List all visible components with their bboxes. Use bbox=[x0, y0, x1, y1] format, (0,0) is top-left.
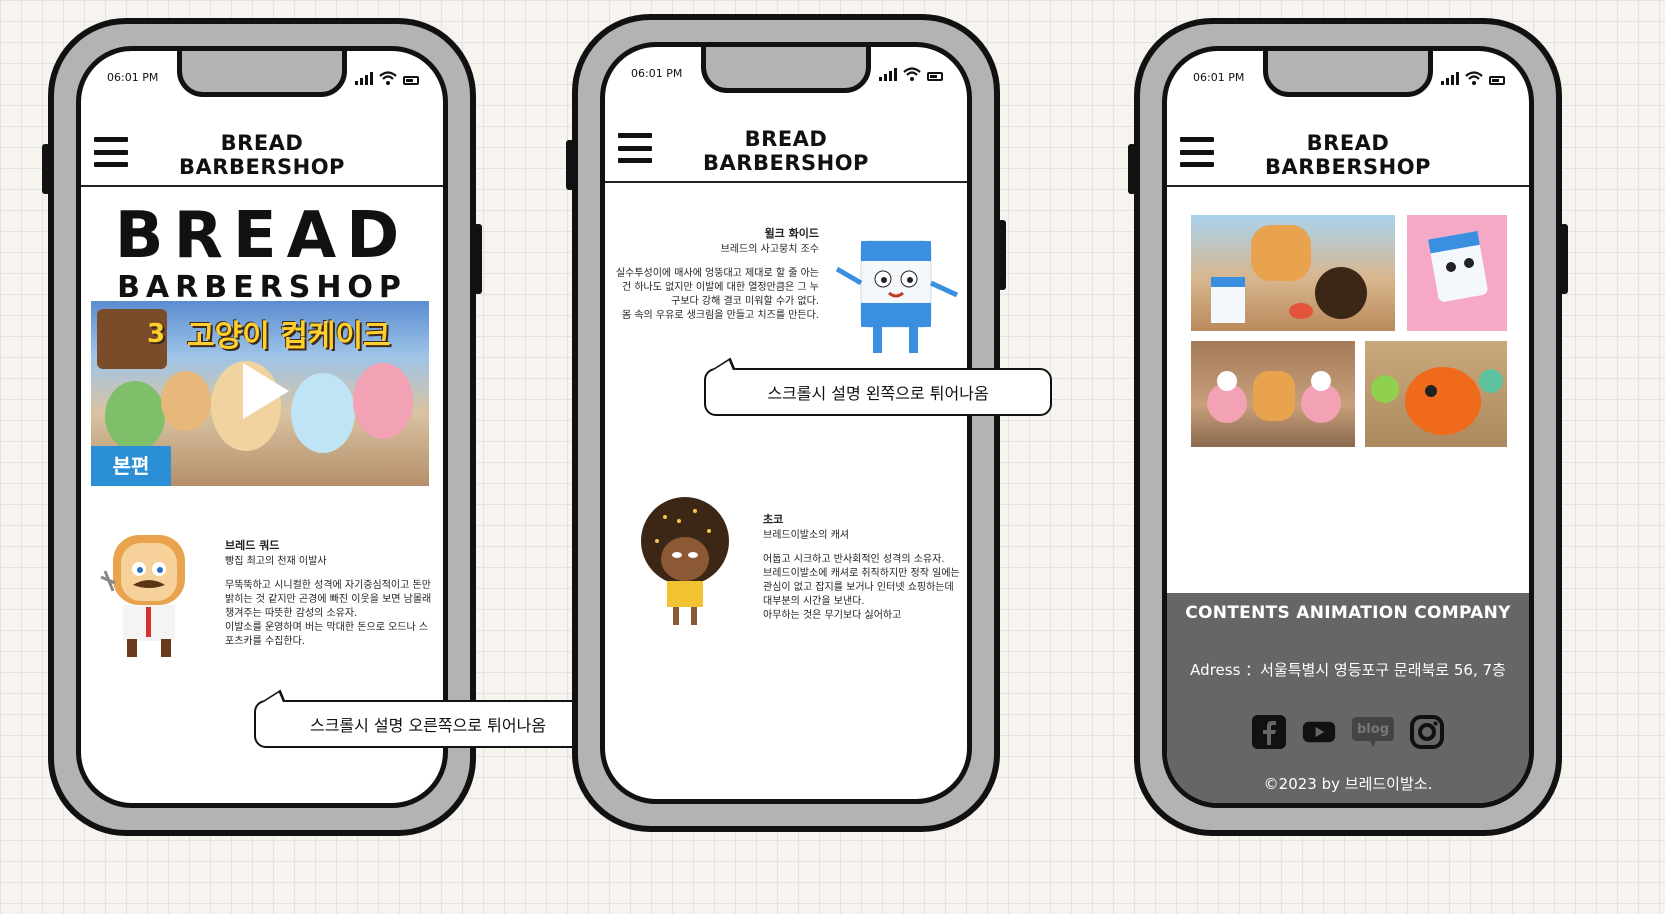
wifi-icon bbox=[1465, 71, 1483, 85]
wifi-icon bbox=[903, 67, 921, 81]
status-time: 06:01 PM bbox=[1193, 71, 1245, 84]
bread-character-illustration bbox=[100, 535, 185, 657]
logo-line1: BREAD bbox=[114, 199, 410, 273]
youtube-icon[interactable] bbox=[1302, 715, 1336, 749]
annotation-bubble-right: 스크롤시 설명 오른쪽으로 튀어나옴 bbox=[254, 689, 602, 748]
character-body: 어둡고 시크하고 반사회적인 성격의 소유자. 브레드이발소에 캐셔로 취직하지… bbox=[763, 554, 960, 621]
header-title-line1: BREAD bbox=[1306, 131, 1390, 155]
header-title[interactable]: BREAD BARBERSHOP bbox=[141, 131, 383, 179]
battery-icon bbox=[1489, 76, 1505, 85]
instagram-icon[interactable] bbox=[1410, 715, 1444, 749]
video-title: 고양이 컵케이크 bbox=[187, 319, 391, 354]
blog-icon[interactable]: blog bbox=[1352, 715, 1394, 749]
hamburger-menu-icon[interactable] bbox=[1180, 137, 1214, 167]
character-subtitle: 브레드이발소의 캐셔 bbox=[763, 530, 849, 541]
header-title[interactable]: BREAD BARBERSHOP bbox=[1227, 131, 1469, 179]
header-title-line1: BREAD bbox=[744, 127, 828, 151]
character-description: 윌크 화이드 브레드의 사고뭉치 조수 실수투성이에 매사에 엉뚱대고 제대로 … bbox=[613, 227, 819, 357]
app-header: BREAD BARBERSHOP bbox=[81, 121, 443, 187]
phone-mockup-3: 06:01 PM BREAD BARBERSHOP CONTENTS ANIMA… bbox=[1128, 18, 1568, 836]
side-button bbox=[1560, 224, 1568, 294]
play-icon[interactable] bbox=[243, 363, 289, 419]
side-button bbox=[998, 220, 1006, 290]
character-illustration bbox=[161, 371, 211, 431]
character-body: 실수투성이에 매사에 엉뚱대고 제대로 할 줄 아는 건 하나도 없지만 이발에… bbox=[615, 268, 819, 321]
annotation-text: 스크롤시 설명 왼쪽으로 튀어나옴 bbox=[767, 384, 989, 403]
side-button bbox=[1128, 144, 1136, 194]
character-description: 브레드 쿼드 빵집 최고의 천재 이발사 무뚝뚝하고 시니컬한 성격에 자기중심… bbox=[225, 539, 433, 649]
battery-icon bbox=[403, 76, 419, 85]
gallery-image[interactable] bbox=[1191, 215, 1395, 331]
phone-notch bbox=[701, 47, 871, 93]
character-name: 브레드 쿼드 bbox=[225, 539, 280, 552]
phone-mockup-2: 06:01 PM BREAD BARBERSHOP 윌크 화이드 브레드의 사고… bbox=[566, 14, 1006, 832]
gallery-image[interactable] bbox=[1365, 341, 1507, 447]
phone-screen: 06:01 PM BREAD BARBERSHOP BREAD BARBERSH… bbox=[76, 46, 448, 808]
battery-icon bbox=[927, 72, 943, 81]
annotation-bubble-left: 스크롤시 설명 왼쪽으로 튀어나옴 bbox=[704, 357, 1052, 416]
status-time: 06:01 PM bbox=[631, 67, 683, 80]
video-player[interactable]: 3 고양이 컵케이크 본편 bbox=[91, 301, 429, 486]
app-header: BREAD BARBERSHOP bbox=[605, 117, 967, 183]
site-footer: CONTENTS ANIMATION COMPANY Adress ：서울특별시… bbox=[1167, 593, 1529, 803]
wifi-icon bbox=[379, 71, 397, 85]
character-name: 윌크 화이드 bbox=[764, 227, 819, 240]
character-description: 초코 브레드이발소의 캐셔 어둡고 시크하고 반사회적인 성격의 소유자. 브레… bbox=[763, 513, 961, 663]
brand-logo: BREAD BARBERSHOP bbox=[81, 201, 443, 305]
app-header: BREAD BARBERSHOP bbox=[1167, 121, 1529, 187]
status-icons bbox=[879, 65, 943, 81]
side-button bbox=[42, 144, 50, 194]
character-subtitle: 빵집 최고의 천재 이발사 bbox=[225, 556, 327, 567]
signal-icon bbox=[879, 67, 897, 81]
gallery-image[interactable] bbox=[1191, 341, 1355, 447]
phone-notch bbox=[1263, 51, 1433, 97]
signal-icon bbox=[355, 71, 373, 85]
character-subtitle: 브레드의 사고뭉치 조수 bbox=[720, 244, 819, 255]
hamburger-menu-icon[interactable] bbox=[618, 133, 652, 163]
header-title-line1: BREAD bbox=[220, 131, 304, 155]
status-time: 06:01 PM bbox=[107, 71, 159, 84]
gallery-image[interactable] bbox=[1407, 215, 1507, 331]
blog-label: blog bbox=[1357, 721, 1389, 737]
phone-screen: 06:01 PM BREAD BARBERSHOP 윌크 화이드 브레드의 사고… bbox=[600, 42, 972, 804]
annotation-text: 스크롤시 설명 오른쪽으로 튀어나옴 bbox=[309, 716, 547, 735]
hamburger-menu-icon[interactable] bbox=[94, 137, 128, 167]
choco-character-illustration bbox=[641, 497, 729, 625]
header-title-line2: BARBERSHOP bbox=[1265, 155, 1431, 179]
character-illustration bbox=[105, 381, 165, 451]
footer-company: CONTENTS ANIMATION COMPANY bbox=[1185, 603, 1511, 623]
side-button bbox=[474, 224, 482, 294]
character-body: 무뚝뚝하고 시니컬한 성격에 자기중심적이고 돈만 밝히는 것 같지만 곤경에 … bbox=[225, 580, 432, 647]
header-title[interactable]: BREAD BARBERSHOP bbox=[665, 127, 907, 175]
phone-notch bbox=[177, 51, 347, 97]
character-name: 초코 bbox=[763, 513, 784, 526]
footer-address: Adress ：서울특별시 영등포구 문래북로 56, 7층 bbox=[1190, 661, 1506, 679]
series-badge-number: 3 bbox=[147, 319, 166, 349]
logo-line2: BARBERSHOP bbox=[117, 270, 407, 305]
social-links: blog bbox=[1167, 715, 1529, 749]
status-icons bbox=[355, 69, 419, 85]
side-button bbox=[566, 140, 574, 190]
footer-copyright: ©2023 by 브레드이발소. bbox=[1263, 775, 1433, 793]
character-illustration bbox=[353, 363, 413, 439]
milk-character-illustration bbox=[835, 240, 959, 353]
header-title-line2: BARBERSHOP bbox=[179, 155, 345, 179]
phone-screen: 06:01 PM BREAD BARBERSHOP CONTENTS ANIMA… bbox=[1162, 46, 1534, 808]
header-title-line2: BARBERSHOP bbox=[703, 151, 869, 175]
status-icons bbox=[1441, 69, 1505, 85]
signal-icon bbox=[1441, 71, 1459, 85]
episode-tag: 본편 bbox=[91, 446, 171, 486]
character-illustration bbox=[291, 373, 355, 453]
facebook-icon[interactable] bbox=[1252, 715, 1286, 749]
